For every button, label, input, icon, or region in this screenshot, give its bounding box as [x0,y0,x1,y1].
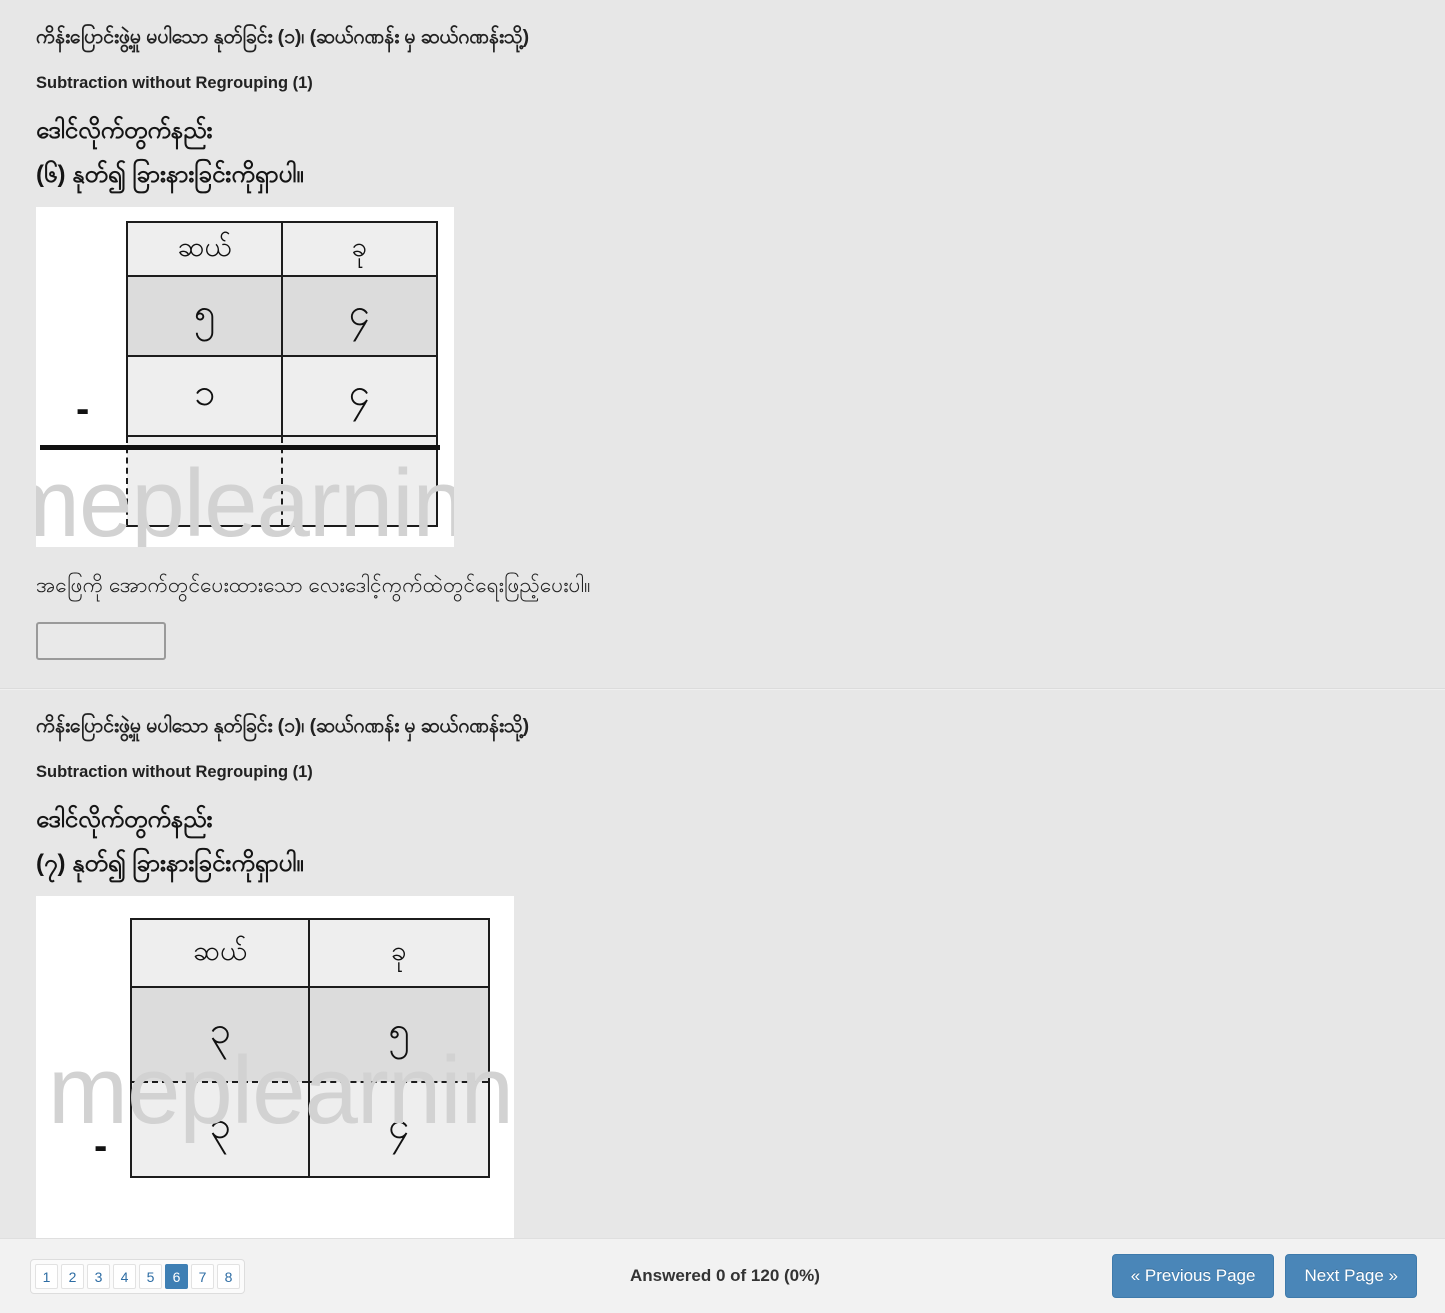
table-row-minuend: ၃ ၅ [130,985,490,1083]
minus-operator-sign: - [94,1123,108,1168]
page-button-6[interactable]: 6 [165,1263,188,1289]
question-title-burmese: ကိန်းပြောင်းဖွဲ့မှု မပါသော နုတ်ခြင်း (၁)… [36,26,530,48]
subtraction-rule-line [40,444,440,450]
question-prompt: (၆) နုတ်၍ ခြားနားခြင်းကိုရှာပါ။ [36,160,304,188]
question-title-english: Subtraction without Regrouping (1) [36,74,313,93]
minuend-ones-digit: ၅ [308,985,490,1083]
subtrahend-ones-digit: ၄ [308,1081,490,1178]
page-button-2[interactable]: 2 [61,1263,84,1289]
pagination-container: 1 2 3 4 5 6 7 8 [0,1258,620,1294]
answer-input[interactable] [36,622,166,661]
bottom-toolbar: 1 2 3 4 5 6 7 8 Answered 0 of 120 (0%) «… [0,1238,1445,1313]
subtraction-grid-1: ဆယ် ခု ၅ ၄ ၁ ၄ [126,220,438,527]
page-button-1[interactable]: 1 [35,1263,58,1289]
quiz-scroll-area[interactable]: ကိန်းပြောင်းဖွဲ့မှု မပါသော နုတ်ခြင်း (၁)… [0,0,1445,1313]
page-button-7[interactable]: 7 [191,1263,214,1289]
question-method-label: ဒေါင်လိုက်တွက်နည်း [36,806,213,834]
minuend-tens-digit: ၅ [126,274,283,357]
table-row-minuend: ၅ ၄ [126,274,438,357]
answered-status-text: Answered 0 of 120 (0%) [630,1266,820,1285]
table-row-header: ဆယ် ခု [130,917,490,988]
question-method-label: ဒေါင်လိုက်တွက်နည်း [36,117,213,145]
table-row-subtrahend: ၃ ၄ [130,1081,490,1178]
column-header-tens: ဆယ် [130,917,310,988]
subtraction-grid-2: ဆယ် ခု ၃ ၅ ၃ ၄ [130,917,490,1178]
page-button-3[interactable]: 3 [87,1263,110,1289]
column-header-tens: ဆယ် [126,220,283,277]
pagination[interactable]: 1 2 3 4 5 6 7 8 [30,1258,245,1294]
page-button-5[interactable]: 5 [139,1263,162,1289]
previous-page-button[interactable]: « Previous Page [1111,1254,1275,1298]
worksheet-image-2: meplearning - ဆယ် ခု ၃ ၅ ၃ ၄ [36,895,514,1244]
minus-operator-sign: - [76,386,90,431]
question-block-1: ကိန်းပြောင်းဖွဲ့မှု မပါသော နုတ်ခြင်း (၁)… [0,0,1445,661]
nav-button-group: « Previous Page Next Page » [1111,1254,1445,1298]
subtrahend-tens-digit: ၃ [130,1081,310,1178]
minuend-tens-digit: ၃ [130,985,310,1083]
table-row-header: ဆယ် ခု [126,220,438,277]
question-block-2: ကိန်းပြောင်းဖွဲ့မှု မပါသော နုတ်ခြင်း (၁)… [0,689,1445,1244]
column-header-ones: ခု [281,220,438,277]
column-header-ones: ခု [308,917,490,988]
next-page-button[interactable]: Next Page » [1285,1254,1417,1298]
question-prompt: (၇) နုတ်၍ ခြားနားခြင်းကိုရှာပါ။ [36,849,304,877]
question-title-english: Subtraction without Regrouping (1) [36,763,313,782]
subtrahend-ones-digit: ၄ [281,354,438,437]
subtrahend-tens-digit: ၁ [126,354,283,437]
page-button-8[interactable]: 8 [217,1263,240,1289]
page-button-4[interactable]: 4 [113,1263,136,1289]
minuend-ones-digit: ၄ [281,274,438,357]
table-row-subtrahend: ၁ ၄ [126,354,438,437]
answer-instruction-text: အဖြေကို အောက်တွင်ပေးထားသော လေးဒေါင့်ကွက်… [36,573,591,597]
worksheet-image-1: meplearning - ဆယ် ခု ၅ ၄ ၁ ၄ [36,206,454,547]
question-title-burmese: ကိန်းပြောင်းဖွဲ့မှု မပါသော နုတ်ခြင်း (၁)… [36,715,530,738]
